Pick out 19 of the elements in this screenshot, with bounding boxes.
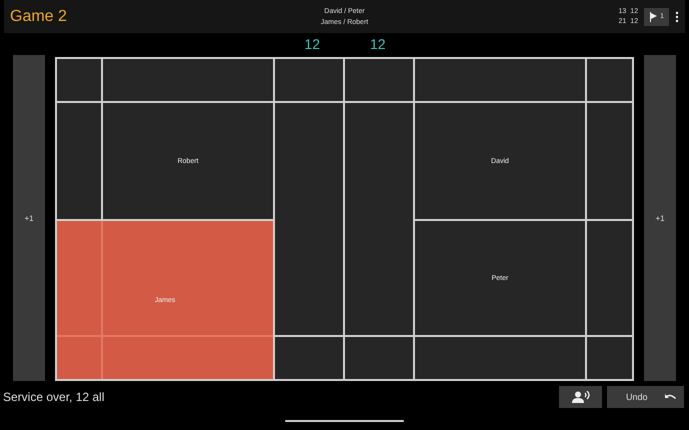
court-area [587,337,632,379]
court-area [345,337,413,379]
undo-icon [665,394,676,400]
court-area [587,59,632,101]
announce-button[interactable] [559,386,602,408]
court-area [275,59,343,101]
plus-one-button[interactable]: +1 [644,55,676,381]
score: 12 [370,36,386,52]
flag-icon [649,12,658,22]
undo-button[interactable]: Undo [607,386,684,408]
menu-icon[interactable] [675,10,679,22]
game-title: Game 2 [10,8,68,26]
court-area [275,337,343,379]
court-area [345,59,413,101]
plus-one-button[interactable]: +1 [13,55,45,381]
court-area [57,59,101,101]
speaking-person-icon [572,391,590,403]
score: 12 [304,36,320,52]
status-text: Service over, 12 all [3,390,106,404]
